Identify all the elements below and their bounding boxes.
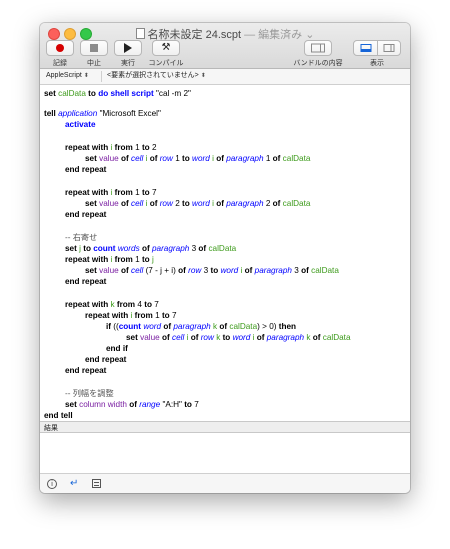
- stop-label: 中止: [87, 60, 101, 67]
- record-button[interactable]: [46, 40, 74, 56]
- results-pane: [40, 433, 410, 473]
- code-line: set value of cell i of row 1 to word i o…: [85, 154, 311, 163]
- info-icon[interactable]: i: [47, 479, 57, 489]
- document-icon: [135, 28, 145, 39]
- element-popup[interactable]: <要素が選択されていません> ⬍: [107, 71, 206, 81]
- bottom-pane-icon: [360, 44, 371, 52]
- run-button[interactable]: [114, 40, 142, 56]
- view-segmented-control[interactable]: [353, 40, 401, 56]
- list-icon[interactable]: [92, 479, 101, 488]
- bundle-contents-label: バンドルの内容: [293, 60, 343, 67]
- code-line: set j to count words of paragraph 3 of c…: [65, 244, 237, 253]
- record-label: 記録: [53, 60, 67, 67]
- code-line: end repeat: [65, 366, 107, 375]
- code-line: repeat with i from 1 to 2: [65, 143, 157, 152]
- edited-status[interactable]: — 編集済み ⌄: [244, 29, 314, 41]
- results-label: 結果: [44, 425, 58, 432]
- results-header[interactable]: 結果: [40, 421, 410, 433]
- title-bar: 名称未設定 24.scpt — 編集済み ⌄ 記録 中止 実行 ⚒ コンパイル …: [40, 23, 410, 69]
- element-value: <要素が選択されていません>: [107, 72, 199, 79]
- script-editor-window: 名称未設定 24.scpt — 編集済み ⌄ 記録 中止 実行 ⚒ コンパイル …: [40, 23, 410, 493]
- view-label: 表示: [370, 60, 384, 67]
- code-line: end repeat: [85, 355, 127, 364]
- view-sidebar-segment[interactable]: [377, 41, 400, 55]
- code-line: set value of cell (7 - j + i) of row 3 t…: [85, 266, 339, 275]
- code-line: tell application "Microsoft Excel": [44, 109, 161, 118]
- code-line: set value of cell i of row 2 to word i o…: [85, 199, 311, 208]
- return-arrow-icon[interactable]: ↵: [70, 478, 78, 490]
- bundle-contents-button[interactable]: [304, 40, 332, 56]
- code-comment: -- 右寄せ: [65, 233, 98, 242]
- code-line: end repeat: [65, 277, 107, 286]
- code-line: set column width of range "A:H" to 7: [65, 400, 199, 409]
- language-value: AppleScript: [46, 72, 82, 79]
- code-line: set calData to do shell script "cal -m 2…: [44, 89, 191, 98]
- stop-icon: [90, 44, 98, 52]
- popup-arrows-icon: ⬍: [83, 73, 89, 79]
- code-line: if ((count word of paragraph k of calDat…: [106, 322, 297, 331]
- code-line: end repeat: [65, 210, 107, 219]
- code-line: repeat with i from 1 to 7: [65, 188, 157, 197]
- play-icon: [124, 43, 132, 53]
- code-line: repeat with i from 1 to 7: [85, 311, 177, 320]
- bottom-bar: i ↵: [40, 473, 410, 493]
- compile-label: コンパイル: [148, 60, 184, 67]
- stop-button[interactable]: [80, 40, 108, 56]
- compile-button[interactable]: ⚒: [152, 40, 180, 56]
- view-log-segment[interactable]: [354, 41, 378, 55]
- code-line: activate: [65, 120, 96, 129]
- code-line: end if: [106, 344, 128, 353]
- popup-arrows-icon: ⬍: [200, 73, 206, 79]
- navbar-divider: [101, 71, 102, 82]
- side-pane-icon: [383, 44, 394, 52]
- record-icon: [56, 44, 64, 52]
- code-line: end repeat: [65, 165, 107, 174]
- hammer-icon: ⚒: [161, 42, 171, 53]
- navigation-bar: AppleScript ⬍ <要素が選択されていません> ⬍: [40, 69, 410, 85]
- script-editor[interactable]: set calData to do shell script "cal -m 2…: [40, 85, 410, 421]
- code-line: repeat with k from 4 to 7: [65, 300, 159, 309]
- run-label: 実行: [121, 60, 135, 67]
- code-line: set value of cell i of row k to word i o…: [126, 333, 351, 342]
- code-comment: -- 列幅を調整: [65, 389, 114, 398]
- code-line: repeat with i from 1 to j: [65, 255, 154, 264]
- code-line: end tell: [44, 411, 73, 420]
- language-popup[interactable]: AppleScript ⬍: [46, 71, 89, 81]
- bundle-pane-icon: [311, 43, 325, 53]
